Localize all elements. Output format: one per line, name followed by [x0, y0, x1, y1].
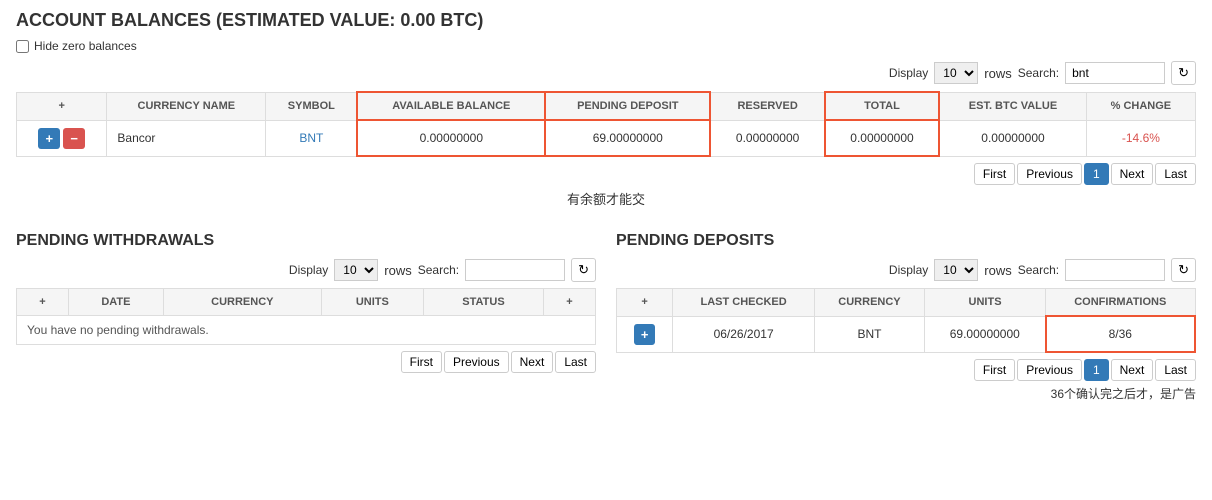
wd-display-label: Display [289, 263, 328, 277]
col-pending-deposit: PENDING DEPOSIT [545, 92, 710, 120]
wd-previous-button[interactable]: Previous [444, 351, 509, 373]
account-next-button[interactable]: Next [1111, 163, 1154, 185]
wd-first-button[interactable]: First [401, 351, 442, 373]
wd-refresh-button[interactable]: ↻ [571, 258, 596, 282]
col-plus: + [17, 92, 107, 120]
pending-deposits-section: PENDING DEPOSITS Display 10 25 50 rows S… [616, 232, 1196, 402]
col-pct-change: % CHANGE [1086, 92, 1195, 120]
bottom-sections: PENDING WITHDRAWALS Display 10 25 50 row… [16, 232, 1196, 402]
search-label: Search: [1018, 66, 1059, 80]
withdrawals-empty-row: You have no pending withdrawals. [17, 316, 596, 345]
dep-units: 69.00000000 [925, 316, 1046, 352]
dep-previous-button[interactable]: Previous [1017, 359, 1082, 381]
dep-confirmations: 8/36 [1046, 316, 1195, 352]
deposit-row: + 06/26/2017 BNT 69.00000000 8/36 [617, 316, 1196, 352]
hide-zero-checkbox[interactable] [16, 40, 29, 53]
dep-row-action: + [617, 316, 673, 352]
account-pct-change: -14.6% [1086, 120, 1195, 156]
dep-plus-button[interactable]: + [634, 324, 656, 345]
withdrawals-empty-message: You have no pending withdrawals. [17, 316, 596, 345]
account-last-button[interactable]: Last [1155, 163, 1196, 185]
dep-col-units: UNITS [925, 289, 1046, 317]
account-row: + − Bancor BNT 0.00000000 69.00000000 0.… [17, 120, 1196, 156]
wd-col-plus: + [17, 289, 69, 316]
pending-withdrawals-section: PENDING WITHDRAWALS Display 10 25 50 row… [16, 232, 596, 402]
dep-page-1-button[interactable]: 1 [1084, 359, 1109, 381]
account-search-input[interactable] [1065, 62, 1165, 84]
display-select[interactable]: 10 25 50 [934, 62, 978, 84]
dep-display-select[interactable]: 10 25 50 [934, 259, 978, 281]
dep-refresh-button[interactable]: ↻ [1171, 258, 1196, 282]
dep-search-input[interactable] [1065, 259, 1165, 281]
wd-last-button[interactable]: Last [555, 351, 596, 373]
wd-search-input[interactable] [465, 259, 565, 281]
dep-rows-label: rows [984, 263, 1011, 278]
dep-display-label: Display [889, 263, 928, 277]
wd-display-select[interactable]: 10 25 50 [334, 259, 378, 281]
withdrawals-title: PENDING WITHDRAWALS [16, 232, 596, 250]
rows-label: rows [984, 66, 1011, 81]
account-minus-button[interactable]: − [63, 128, 85, 149]
wd-col-units: UNITS [321, 289, 423, 316]
dep-search-label: Search: [1018, 263, 1059, 277]
dep-col-plus: + [617, 289, 673, 317]
deposits-title: PENDING DEPOSITS [616, 232, 1196, 250]
wd-search-label: Search: [418, 263, 459, 277]
col-reserved: RESERVED [710, 92, 824, 120]
hide-zero-label: Hide zero balances [34, 39, 137, 53]
dep-col-currency: CURRENCY [814, 289, 924, 317]
withdrawals-pagination: First Previous Next Last [16, 351, 596, 373]
col-total: TOTAL [825, 92, 939, 120]
withdrawals-toolbar: Display 10 25 50 rows Search: ↻ [16, 258, 596, 282]
deposits-annotation: 36个确认完之后才，是广告 [616, 381, 1196, 402]
account-row-actions: + − [17, 120, 107, 156]
col-currency-name: CURRENCY NAME [107, 92, 266, 120]
account-available-balance: 0.00000000 [357, 120, 545, 156]
dep-last-checked: 06/26/2017 [673, 316, 815, 352]
withdrawals-table: + DATE CURRENCY UNITS STATUS + You have … [16, 288, 596, 345]
wd-col-date: DATE [68, 289, 163, 316]
deposits-table: + LAST CHECKED CURRENCY UNITS CONFIRMATI… [616, 288, 1196, 353]
account-plus-button[interactable]: + [38, 128, 60, 149]
deposits-toolbar: Display 10 25 50 rows Search: ↻ [616, 258, 1196, 282]
account-previous-button[interactable]: Previous [1017, 163, 1082, 185]
account-first-button[interactable]: First [974, 163, 1015, 185]
account-reserved: 0.00000000 [710, 120, 824, 156]
account-toolbar: Display 10 25 50 rows Search: ↻ [16, 61, 1196, 85]
account-pending-deposit: 69.00000000 [545, 120, 710, 156]
account-title: ACCOUNT BALANCES (ESTIMATED VALUE: 0.00 … [16, 10, 1196, 31]
dep-next-button[interactable]: Next [1111, 359, 1154, 381]
display-label: Display [889, 66, 928, 80]
account-est-btc: 0.00000000 [939, 120, 1086, 156]
col-est-btc: EST. BTC VALUE [939, 92, 1086, 120]
account-table: + CURRENCY NAME SYMBOL AVAILABLE BALANCE… [16, 91, 1196, 157]
dep-last-button[interactable]: Last [1155, 359, 1196, 381]
dep-col-last-checked: LAST CHECKED [673, 289, 815, 317]
account-page-1-button[interactable]: 1 [1084, 163, 1109, 185]
dep-currency: BNT [814, 316, 924, 352]
account-symbol-link[interactable]: BNT [299, 131, 323, 145]
wd-col-plus2: + [544, 289, 596, 316]
wd-col-currency: CURRENCY [163, 289, 321, 316]
col-symbol: SYMBOL [266, 92, 358, 120]
wd-rows-label: rows [384, 263, 411, 278]
account-symbol: BNT [266, 120, 358, 156]
deposits-pagination: First Previous 1 Next Last [616, 359, 1196, 381]
account-pagination: First Previous 1 Next Last [16, 163, 1196, 185]
dep-first-button[interactable]: First [974, 359, 1015, 381]
dep-col-confirmations: CONFIRMATIONS [1046, 289, 1195, 317]
account-annotation: 有余额才能交 [16, 185, 1196, 216]
account-currency-name: Bancor [107, 120, 266, 156]
hide-zero-container: Hide zero balances [16, 39, 1196, 53]
wd-col-status: STATUS [423, 289, 543, 316]
account-refresh-button[interactable]: ↻ [1171, 61, 1196, 85]
wd-next-button[interactable]: Next [511, 351, 554, 373]
col-available-balance: AVAILABLE BALANCE [357, 92, 545, 120]
account-total: 0.00000000 [825, 120, 939, 156]
